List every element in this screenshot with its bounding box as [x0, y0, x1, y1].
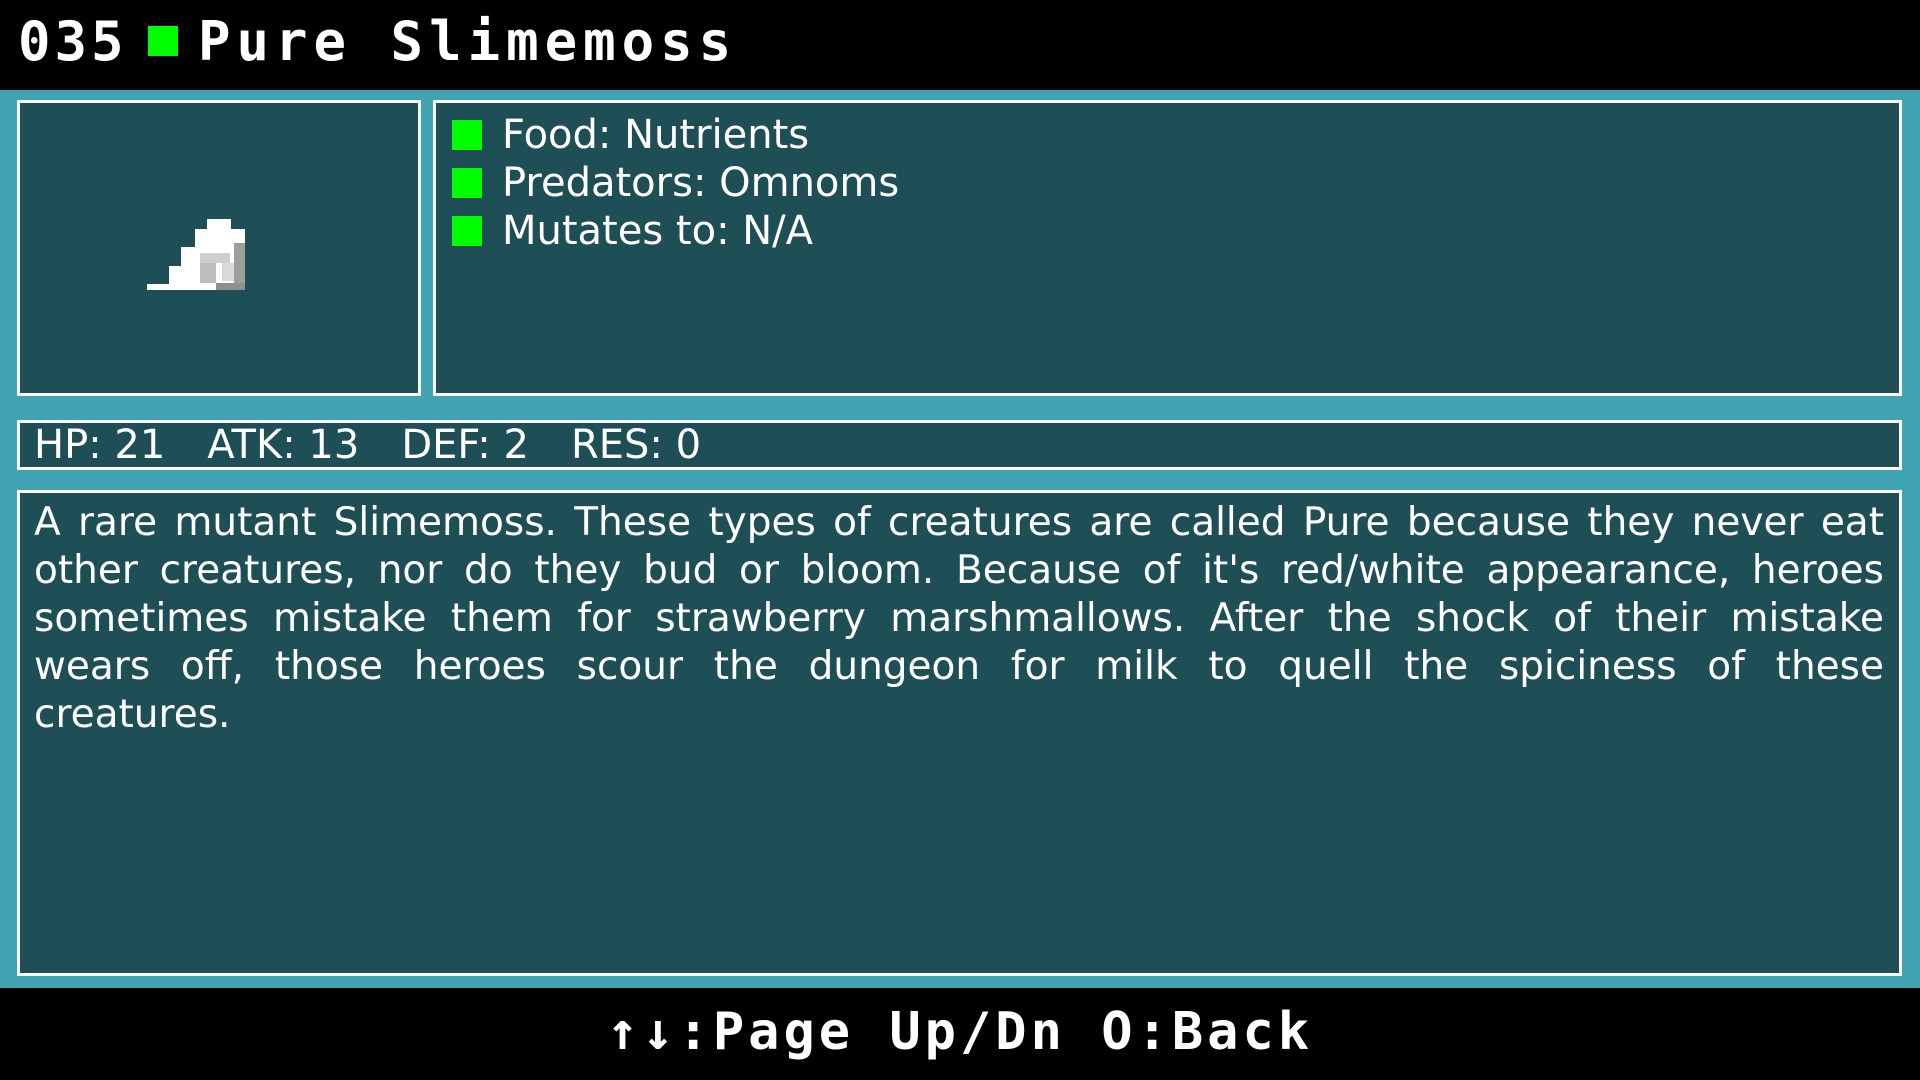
entry-marker-icon: [148, 26, 178, 56]
stat-hp: HP: 21: [34, 422, 166, 468]
bullet-square-icon: [452, 216, 482, 246]
stat-def: DEF: 2: [401, 422, 529, 468]
info-row-food: Food: Nutrients: [452, 111, 809, 159]
entry-number: 035: [18, 10, 128, 73]
title-bar: 035 Pure Slimemoss: [0, 0, 1920, 90]
info-row-mutates: Mutates to: N/A: [452, 207, 813, 255]
description-text: A rare mutant Slimemoss. These types of …: [34, 500, 1884, 737]
stat-atk: ATK: 13: [207, 422, 360, 468]
stat-res: RES: 0: [570, 422, 702, 468]
info-panel: Food: Nutrients Predators: Omnoms Mutate…: [433, 100, 1902, 396]
entry-frame: Food: Nutrients Predators: Omnoms Mutate…: [0, 90, 1920, 988]
stats-row: HP: 21 ATK: 13 DEF: 2 RES: 0: [34, 422, 743, 468]
portrait-panel: [17, 100, 421, 396]
info-row-predators: Predators: Omnoms: [452, 159, 899, 207]
stats-panel: HP: 21 ATK: 13 DEF: 2 RES: 0: [17, 420, 1902, 470]
creature-name: Pure Slimemoss: [198, 10, 738, 73]
bestiary-screen: 035 Pure Slimemoss Food: Nutrients Preda…: [0, 0, 1920, 1080]
mutates-label: Mutates to: N/A: [502, 208, 814, 254]
slimemoss-creature-icon: [147, 219, 245, 290]
food-label: Food: Nutrients: [502, 112, 810, 158]
bullet-square-icon: [452, 168, 482, 198]
predators-label: Predators: Omnoms: [502, 160, 900, 206]
controls-hint: ↑↓:Page Up/Dn O:Back: [606, 1002, 1314, 1062]
bullet-square-icon: [452, 120, 482, 150]
footer-bar: ↑↓:Page Up/Dn O:Back: [0, 988, 1920, 1080]
description-panel: A rare mutant Slimemoss. These types of …: [17, 490, 1902, 976]
